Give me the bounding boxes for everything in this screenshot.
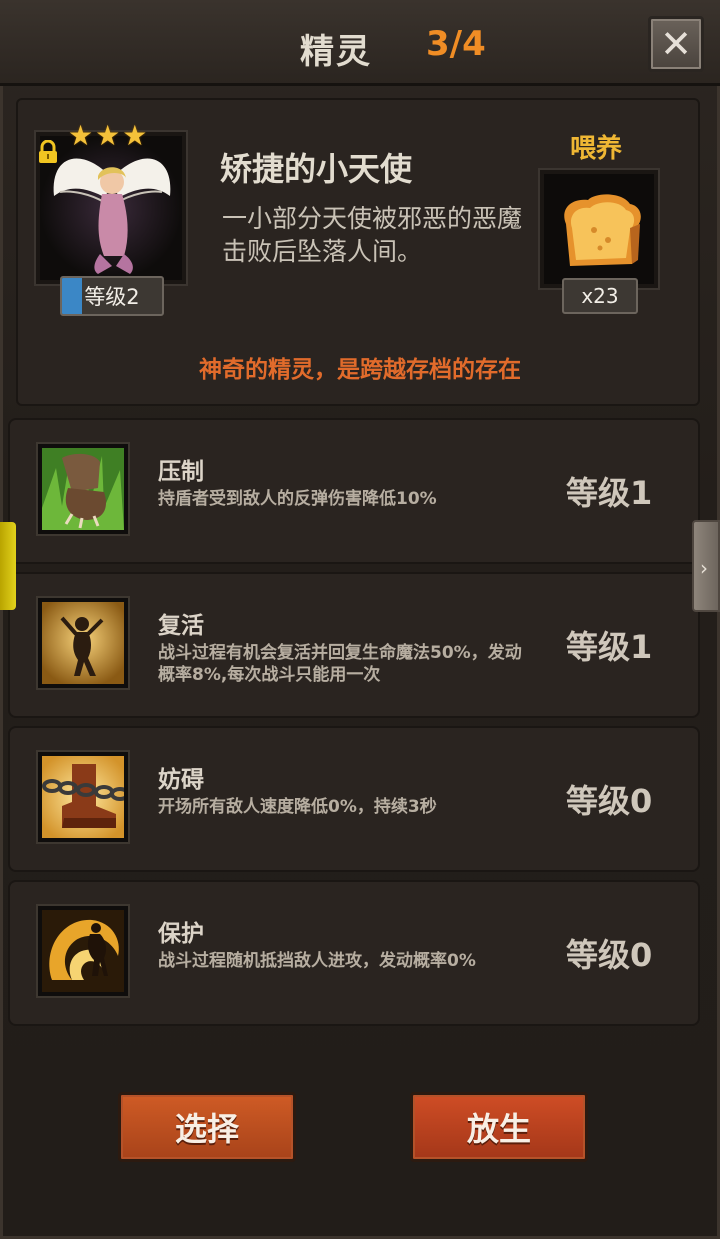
- close-button[interactable]: ✕: [648, 16, 704, 72]
- chevron-right-icon: ›: [700, 556, 708, 580]
- skill-icon-frame: [38, 598, 128, 688]
- skill-icon-frame: [38, 906, 128, 996]
- skill-name: 保护: [158, 921, 204, 947]
- skill-level: 等级1: [566, 628, 653, 666]
- skill-row: 保护 战斗过程随机抵挡敌人进攻，发动概率0% 等级0: [8, 880, 700, 1026]
- pet-name: 矫捷的小天使: [220, 150, 413, 188]
- skill-icon-frame: [38, 752, 128, 842]
- pet-tagline: 神奇的精灵，是跨越存档的存在: [199, 357, 521, 383]
- skill-description: 战斗过程随机抵挡敌人进攻，发动概率0%: [158, 951, 476, 971]
- star-icon: ★: [95, 119, 121, 152]
- page-title: 精灵: [300, 32, 372, 72]
- skill-level: 等级0: [566, 936, 653, 974]
- feed-label: 喂养: [570, 134, 623, 164]
- header-bar: 精灵 3/4 ✕: [0, 0, 720, 86]
- feed-button[interactable]: [540, 170, 658, 288]
- pet-count: 3/4: [426, 24, 486, 64]
- skill-name: 妨碍: [158, 767, 204, 793]
- pet-level-badge: 等级2: [60, 276, 164, 316]
- skill-row: 妨碍 开场所有敌人速度降低0%，持续3秒 等级0: [8, 726, 700, 872]
- skill-name: 压制: [158, 459, 204, 485]
- pet-description: 一小部分天使被邪恶的恶魔击败后坠落人间。: [222, 204, 523, 266]
- shield-swirl-icon: [42, 910, 124, 992]
- skill-row: 复活 战斗过程有机会复活并回复生命魔法50%，发动概率8%,每次战斗只能用一次 …: [8, 572, 700, 718]
- star-rating: ★ ★ ★: [68, 122, 147, 150]
- skill-level: 等级0: [566, 782, 653, 820]
- skill-name: 复活: [158, 613, 204, 639]
- select-button[interactable]: 选择: [118, 1092, 296, 1162]
- feed-count: x23: [562, 278, 638, 314]
- chained-boot-icon: [42, 756, 124, 838]
- skill-description: 战斗过程有机会复活并回复生命魔法50%，发动概率8%,每次战斗只能用一次: [158, 643, 522, 685]
- prev-pet-tab[interactable]: [0, 522, 16, 610]
- skill-description: 开场所有敌人速度降低0%，持续3秒: [158, 797, 437, 817]
- level-progress-fill: [62, 278, 82, 314]
- star-icon: ★: [68, 119, 94, 152]
- release-button[interactable]: 放生: [410, 1092, 588, 1162]
- beast-claw-icon: [42, 448, 124, 530]
- bread-icon: [564, 194, 641, 266]
- skill-icon-frame: [38, 444, 128, 534]
- pet-level-label: 等级2: [84, 285, 140, 309]
- angel-icon: [40, 136, 182, 280]
- next-pet-tab[interactable]: ›: [692, 520, 720, 612]
- lock-icon[interactable]: [36, 140, 60, 164]
- skill-description: 持盾者受到敌人的反弹伤害降低10%: [158, 489, 437, 509]
- skill-row: 压制 持盾者受到敌人的反弹伤害降低10% 等级1: [8, 418, 700, 564]
- dancing-figure-icon: [42, 602, 124, 684]
- star-icon: ★: [122, 119, 148, 152]
- close-icon: ✕: [660, 22, 692, 66]
- skill-level: 等级1: [566, 474, 653, 512]
